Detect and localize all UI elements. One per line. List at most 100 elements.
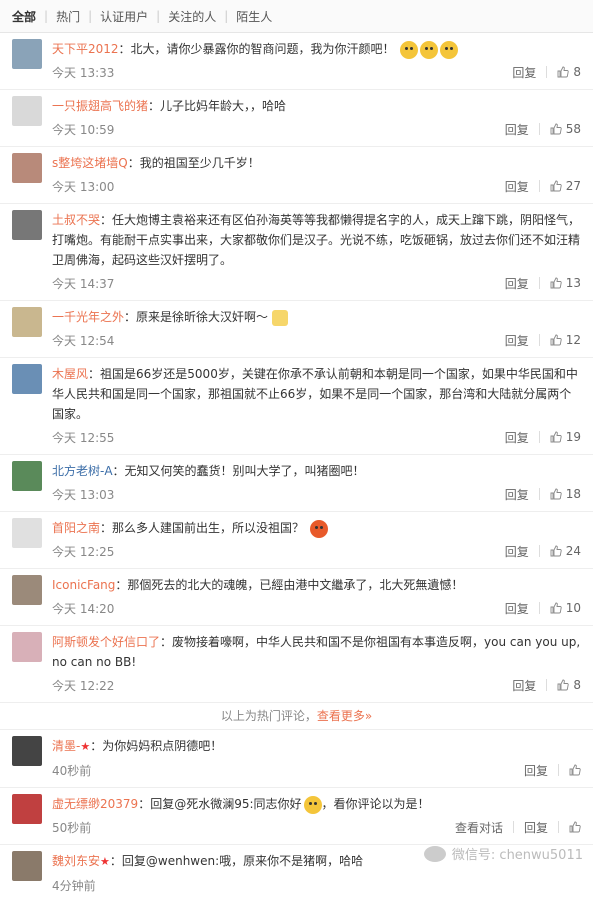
comment-actions: 查看对话 回复 bbox=[445, 819, 581, 836]
thumbs-up-icon bbox=[550, 180, 562, 192]
comment-actions: 回复 8 bbox=[502, 64, 581, 81]
comment-text: ：为你妈妈积点阴德吧！ bbox=[90, 739, 223, 753]
comment-item: IconicFang：那個死去的北大的魂魄，已經由港中文繼承了，北大死無遺憾！ … bbox=[0, 569, 593, 626]
tab-verified[interactable]: 认证用户 bbox=[92, 8, 156, 25]
reply-button[interactable]: 回复 bbox=[514, 819, 558, 836]
comment-username[interactable]: s整垮这堵墙Q bbox=[52, 156, 128, 170]
like-count: 58 bbox=[565, 122, 581, 136]
comment-meta: 今天 12:22 回复 8 bbox=[52, 674, 581, 696]
avatar[interactable] bbox=[12, 461, 42, 491]
avatar[interactable] bbox=[12, 736, 42, 766]
avatar[interactable] bbox=[12, 632, 42, 662]
comment-item: 虚无缥缈20379：回复@死水微澜95:同志你好 ，看你评论以为是！ 50秒前 查… bbox=[0, 788, 593, 845]
comment-actions: 回复 13 bbox=[495, 275, 581, 292]
comment-body: 一只振翅高飞的猪：儿子比妈年龄大，，哈哈 bbox=[52, 96, 581, 116]
like-button[interactable]: 8 bbox=[547, 678, 581, 692]
comment-item: 土叔不哭：任大炮博主袁裕来还有区伯孙海英等等我都懒得提名字的人，成天上蹿下跳，阴… bbox=[0, 204, 593, 301]
reply-button[interactable]: 回复 bbox=[495, 275, 539, 292]
like-button[interactable]: 27 bbox=[540, 179, 581, 193]
avatar[interactable] bbox=[12, 307, 42, 337]
reply-button[interactable]: 回复 bbox=[502, 677, 546, 694]
avatar[interactable] bbox=[12, 364, 42, 394]
comment-body: 木屋风：祖国是66岁还是5000岁，关键在你承不承认前朝和本朝是同一个国家，如果… bbox=[52, 364, 581, 424]
comment-body: s整垮这堵墙Q：我的祖国至少几千岁！ bbox=[52, 153, 581, 173]
like-button[interactable]: 18 bbox=[540, 487, 581, 501]
comment-meta: 今天 12:55 回复 19 bbox=[52, 426, 581, 448]
reply-button[interactable]: 回复 bbox=[495, 332, 539, 349]
comment-username[interactable]: 虚无缥缈20379 bbox=[52, 797, 138, 811]
reply-button[interactable]: 回复 bbox=[495, 600, 539, 617]
like-button[interactable]: 19 bbox=[540, 430, 581, 444]
thumbs-up-icon bbox=[550, 488, 562, 500]
tab-all[interactable]: 全部 bbox=[12, 8, 44, 25]
comment-username[interactable]: 木屋风 bbox=[52, 367, 88, 381]
comment-username[interactable]: 一千光年之外 bbox=[52, 310, 124, 324]
comment-item: 首阳之南：那么多人建国前出生，所以没祖国？ 今天 12:25 回复 24 bbox=[0, 512, 593, 569]
comment-time: 今天 13:03 bbox=[52, 487, 115, 502]
thumbs-up-icon bbox=[550, 334, 562, 346]
comment-body: IconicFang：那個死去的北大的魂魄，已經由港中文繼承了，北大死無遺憾！ bbox=[52, 575, 581, 595]
laughing-emoji-icon bbox=[303, 795, 322, 814]
like-button[interactable] bbox=[559, 821, 581, 833]
comment-username[interactable]: 阿斯顿发个好信口了 bbox=[52, 635, 160, 649]
reply-button[interactable]: 回复 bbox=[495, 486, 539, 503]
tab-following[interactable]: 关注的人 bbox=[160, 8, 224, 25]
like-button[interactable]: 58 bbox=[540, 122, 581, 136]
comment-username[interactable]: IconicFang bbox=[52, 578, 115, 592]
comment-time: 4分钟前 bbox=[52, 878, 96, 893]
reply-button[interactable]: 回复 bbox=[495, 429, 539, 446]
avatar[interactable] bbox=[12, 575, 42, 605]
shocked-emoji-icon bbox=[440, 40, 459, 59]
comment-username[interactable]: 魏刘东安 bbox=[52, 854, 100, 868]
watermark-text: 微信号: chenwu5011 bbox=[451, 848, 583, 863]
comment-text: ：祖国是66岁还是5000岁，关键在你承不承认前朝和本朝是同一个国家，如果中华民… bbox=[52, 367, 578, 421]
like-button[interactable] bbox=[559, 764, 581, 776]
reply-button[interactable]: 回复 bbox=[495, 178, 539, 195]
comment-time: 今天 14:37 bbox=[52, 276, 115, 291]
tab-hot[interactable]: 热门 bbox=[48, 8, 88, 25]
comment-item: 一千光年之外：原来是徐昕徐大汉奸啊～ 今天 12:54 回复 12 bbox=[0, 301, 593, 358]
reply-button[interactable]: 回复 bbox=[495, 121, 539, 138]
comment-text: ：回复@死水微澜95:同志你好 bbox=[138, 797, 302, 811]
avatar[interactable] bbox=[12, 210, 42, 240]
reply-button[interactable]: 回复 bbox=[495, 543, 539, 560]
comment-username[interactable]: 土叔不哭 bbox=[52, 213, 100, 227]
comment-username[interactable]: 一只振翅高飞的猪 bbox=[52, 99, 148, 113]
thumbs-up-icon bbox=[550, 277, 562, 289]
reply-button[interactable]: 回复 bbox=[514, 762, 558, 779]
comment-text-tail: ，看你评论以为是！ bbox=[321, 797, 430, 811]
thumbs-up-icon bbox=[550, 431, 562, 443]
like-button[interactable]: 24 bbox=[540, 544, 581, 558]
like-button[interactable]: 12 bbox=[540, 333, 581, 347]
comment-text: ：任大炮博主袁裕来还有区伯孙海英等等我都懒得提名字的人，成天上蹿下跳，阴阳怪气，… bbox=[52, 213, 581, 267]
like-count: 27 bbox=[565, 179, 581, 193]
view-more-link[interactable]: 查看更多» bbox=[317, 709, 372, 723]
avatar[interactable] bbox=[12, 794, 42, 824]
comment-meta: 今天 12:25 回复 24 bbox=[52, 540, 581, 562]
avatar[interactable] bbox=[12, 39, 42, 69]
filter-tabs: 全部 | 热门 | 认证用户 | 关注的人 | 陌生人 bbox=[0, 0, 593, 33]
avatar[interactable] bbox=[12, 96, 42, 126]
like-button[interactable]: 13 bbox=[540, 276, 581, 290]
comment-username[interactable]: 清墨- bbox=[52, 739, 80, 753]
thumbs-up-icon bbox=[557, 679, 570, 691]
comment-username[interactable]: 首阳之南 bbox=[52, 521, 100, 535]
comment-item: 天下平2012：北大，请你少暴露你的智商问题，我为你汗颜吧！ 今天 13:33 … bbox=[0, 33, 593, 90]
like-button[interactable]: 8 bbox=[547, 65, 581, 79]
like-count: 12 bbox=[565, 333, 581, 347]
avatar[interactable] bbox=[12, 851, 42, 881]
comment-time: 今天 13:00 bbox=[52, 179, 115, 194]
comment-actions: 回复 27 bbox=[495, 178, 581, 195]
comment-username[interactable]: 北方老树-A bbox=[52, 464, 113, 478]
avatar[interactable] bbox=[12, 153, 42, 183]
view-conversation-button[interactable]: 查看对话 bbox=[445, 819, 513, 836]
comment-text: ：北大，请你少暴露你的智商问题，我为你汗颜吧！ bbox=[118, 42, 395, 56]
tab-strangers[interactable]: 陌生人 bbox=[228, 8, 280, 25]
comment-body: 阿斯顿发个好信口了：废物接着嚎啊，中华人民共和国不是你祖国有本事造反啊，you … bbox=[52, 632, 581, 672]
thumbs-up-icon bbox=[569, 821, 581, 833]
avatar[interactable] bbox=[12, 518, 42, 548]
like-button[interactable]: 10 bbox=[540, 601, 581, 615]
comment-item: 北方老树-A：无知又何笑的蠢货！别叫大学了，叫猪圈吧！ 今天 13:03 回复 … bbox=[0, 455, 593, 512]
comment-username[interactable]: 天下平2012 bbox=[52, 42, 119, 56]
reply-button[interactable]: 回复 bbox=[502, 64, 546, 81]
